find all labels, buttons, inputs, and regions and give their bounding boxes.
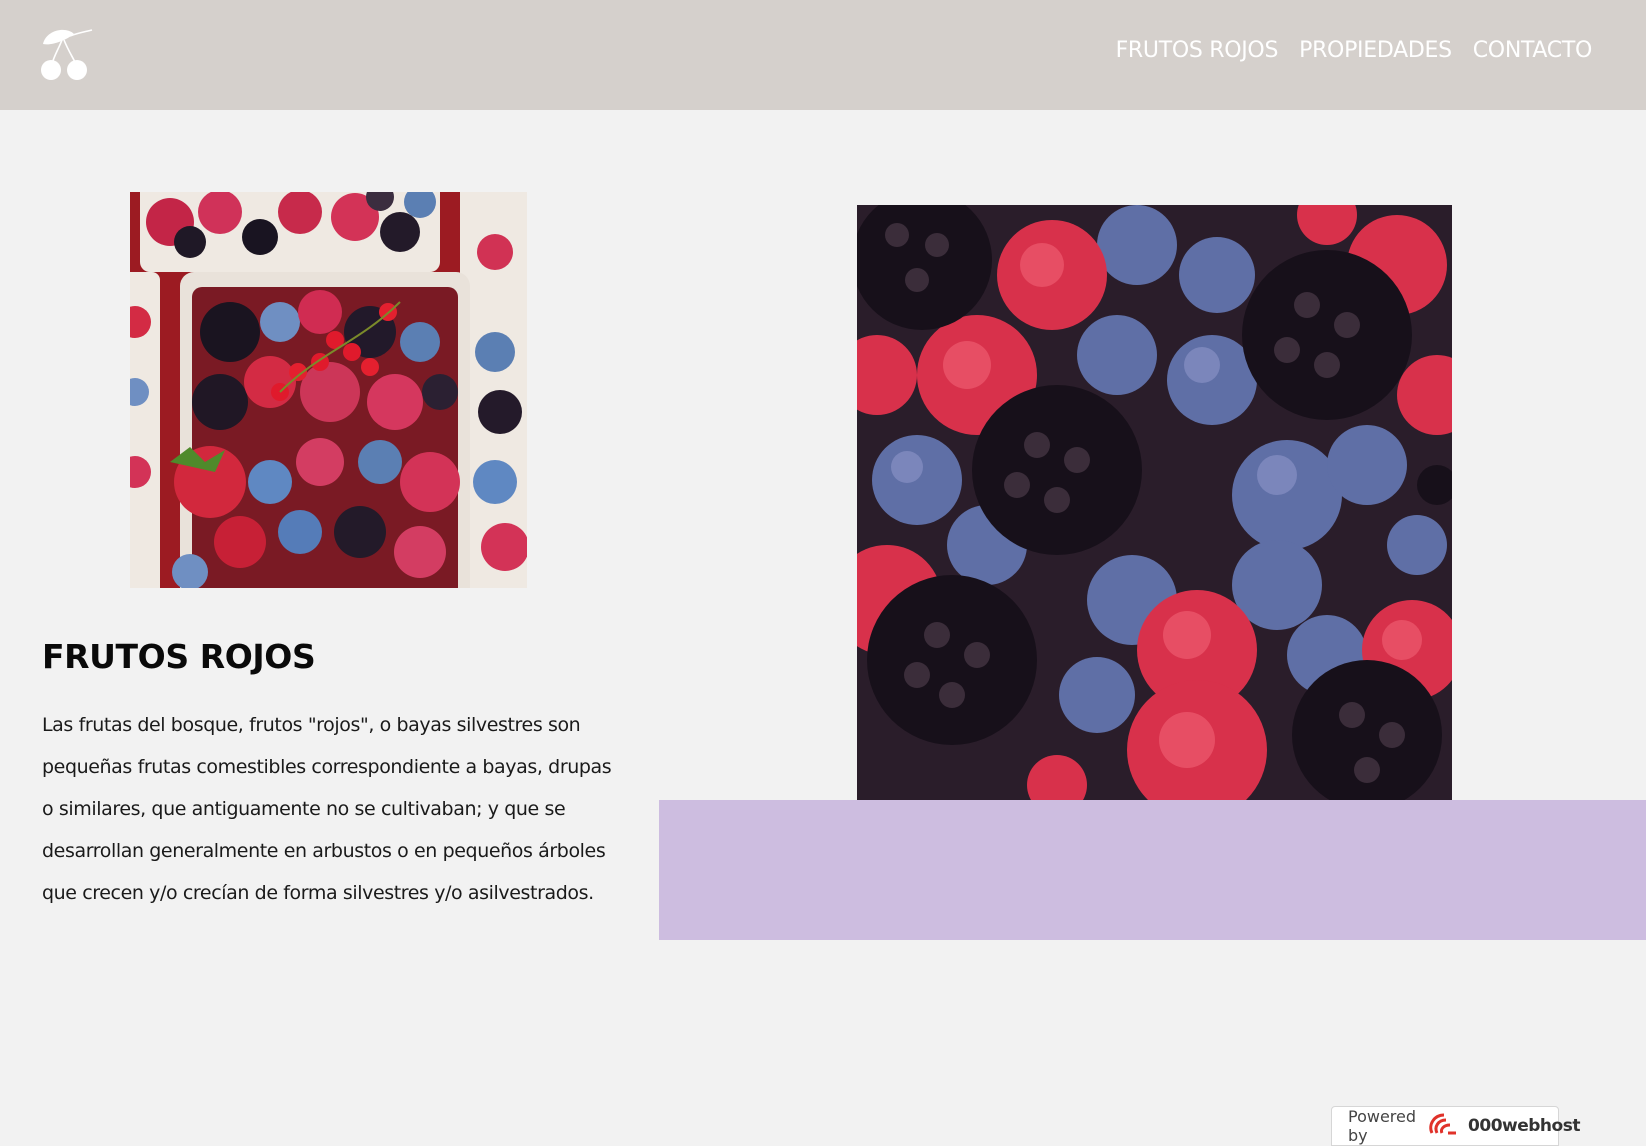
berry-baskets-image xyxy=(130,192,527,588)
powered-by-badge[interactable]: Powered by 000webhost xyxy=(1331,1106,1580,1146)
intro-paragraph: Las frutas del bosque, frutos "rojos", o… xyxy=(42,714,612,904)
nav-contacto[interactable]: CONTACTO xyxy=(1473,38,1593,63)
page-title: FRUTOS ROJOS xyxy=(42,637,316,676)
accent-block xyxy=(659,800,1646,940)
powered-by-label: Powered by xyxy=(1348,1107,1417,1145)
000webhost-brand: 000webhost xyxy=(1468,1116,1580,1136)
nav-frutos-rojos[interactable]: FRUTOS ROJOS xyxy=(1116,38,1279,63)
site-header: FRUTOS ROJOS PROPIEDADES CONTACTO xyxy=(0,0,1646,110)
000webhost-logo-icon xyxy=(1426,1111,1458,1141)
cherry-logo-icon[interactable] xyxy=(40,26,96,82)
main-nav: FRUTOS ROJOS PROPIEDADES CONTACTO xyxy=(1116,38,1593,63)
mixed-berries-image xyxy=(857,205,1452,800)
nav-propiedades[interactable]: PROPIEDADES xyxy=(1299,38,1452,63)
